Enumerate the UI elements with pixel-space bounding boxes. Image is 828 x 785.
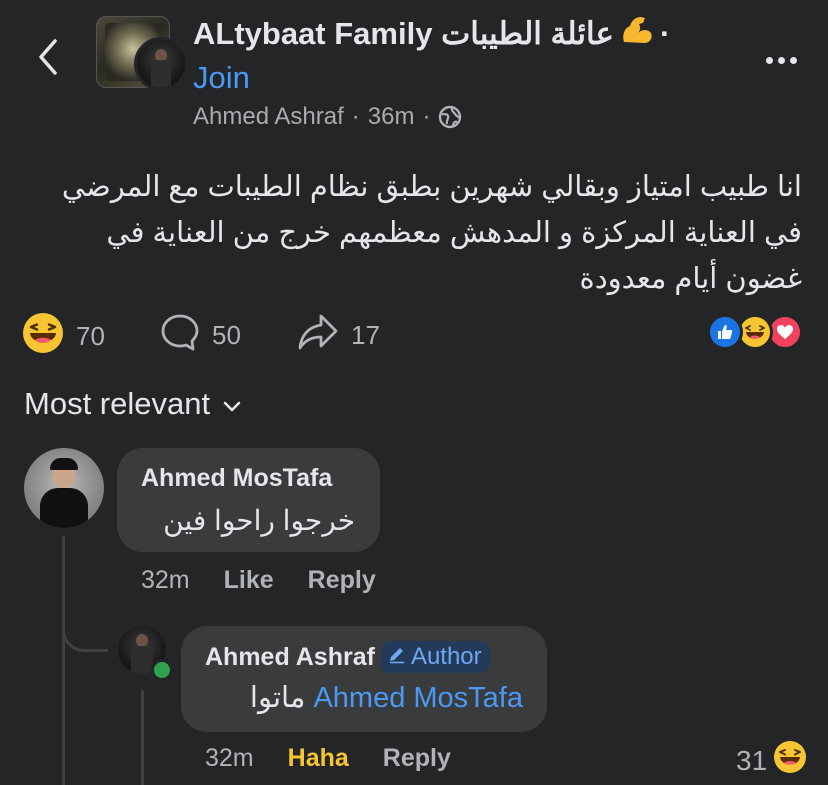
reply-haha-button[interactable]: Haha [288,744,349,773]
thread-connector [62,600,108,652]
post-text: انا طبيب امتياز وبقالي شهرين بطبق نظام ا… [61,171,802,295]
haha-emoji-icon [22,312,64,361]
comment-actions: 32m Like Reply [141,566,376,595]
share-arrow-icon [297,312,339,359]
reply-author[interactable]: Ahmed Ashraf [205,643,375,672]
reply-thread-line [141,690,144,785]
reply-reaction-summary[interactable]: 31 [736,740,807,781]
sort-label: Most relevant [24,386,211,421]
reply-reply-button[interactable]: Reply [383,744,451,773]
comment-reply-button[interactable]: Reply [308,566,376,595]
globe-icon [438,105,462,129]
post-screen: ALtybaat Family عائلة الطيبات · Join Ahm… [0,0,828,785]
comment-button[interactable]: 50 [160,312,241,359]
reply-reaction-count: 31 [736,744,768,776]
comment-time[interactable]: 32m [141,566,190,595]
title-separator: · [659,16,671,51]
comment-like-button[interactable]: Like [224,566,274,595]
post-meta: Ahmed Ashraf · 36m · [193,103,462,131]
meta-separator-2: · [422,103,431,130]
chevron-left-icon [37,38,59,81]
post-author-name[interactable]: Ahmed Ashraf [193,103,344,131]
reply-text-prefix: ماتوا [249,682,306,714]
comments-count: 50 [212,320,241,350]
like-reaction-icon [707,314,743,350]
thread-line [62,536,65,785]
commenter-avatar[interactable] [24,448,104,528]
online-status-indicator [151,659,173,681]
post-time[interactable]: 36m [368,103,415,131]
haha-emoji-icon [773,740,807,781]
share-button[interactable]: 17 [297,312,380,359]
reaction-summary[interactable] [707,314,807,352]
group-title[interactable]: ALtybaat Family عائلة الطيبات [193,16,614,52]
group-title-row: ALtybaat Family عائلة الطيبات · [193,14,670,54]
shares-count: 17 [351,320,380,350]
reply-actions: 32m Haha Reply [205,744,451,773]
sort-comments-button[interactable]: Most relevant [24,386,242,422]
reply-time[interactable]: 32m [205,744,254,773]
comment-text: خرجوا راحوا فين [163,505,355,536]
author-avatar[interactable] [134,37,188,91]
reply-author-row: Ahmed Ashraf Author [205,641,490,673]
pencil-icon [387,643,407,671]
reaction-button[interactable]: 70 [22,312,105,361]
reactions-count: 70 [76,321,105,351]
more-options-button[interactable] [756,40,806,80]
comment-author[interactable]: Ahmed MosTafa [141,464,332,493]
more-icon [765,56,773,64]
mention-link[interactable]: Ahmed MosTafa [313,682,523,714]
comment-bubble-icon [160,312,200,359]
join-link[interactable]: Join [193,60,250,96]
reply-text: Ahmed MosTafa ماتوا [205,680,523,715]
author-badge: Author [380,641,490,673]
author-badge-label: Author [410,643,482,670]
meta-separator: · [351,103,360,130]
chevron-down-icon [222,386,242,422]
flexed-biceps-icon [620,14,654,54]
back-button[interactable] [26,30,70,88]
